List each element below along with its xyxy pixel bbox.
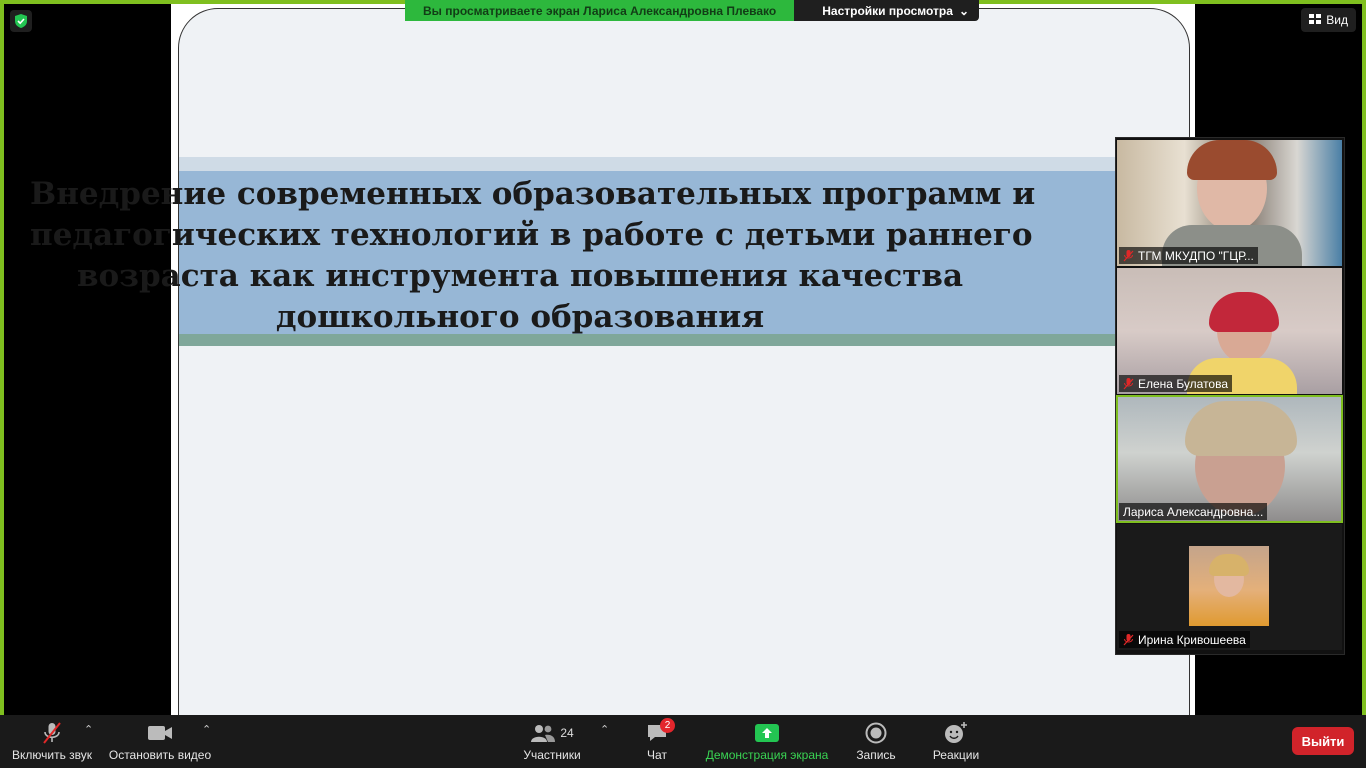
- participant-name: Елена Булатова: [1138, 376, 1229, 391]
- view-settings-label: Настройки просмотра: [822, 3, 953, 18]
- participant-name: ТГМ МКУДПО "ГЦР...: [1138, 248, 1254, 263]
- share-screen-icon: [755, 721, 779, 745]
- participants-icon: 24: [530, 721, 574, 745]
- participant-hair: [1185, 401, 1297, 456]
- leave-button[interactable]: Выйти: [1292, 727, 1354, 755]
- reactions-label: Реакции: [932, 748, 980, 762]
- participant-hair: [1187, 140, 1277, 180]
- record-label: Запись: [856, 748, 896, 762]
- slide-band-top: [179, 157, 1189, 171]
- mic-off-icon: [1123, 377, 1134, 389]
- stop-video-button[interactable]: Остановить видео: [108, 715, 212, 768]
- record-button[interactable]: Запись: [852, 715, 900, 768]
- video-camera-icon: [147, 721, 173, 745]
- participants-label: Участники: [523, 748, 581, 762]
- view-label: Вид: [1326, 13, 1348, 27]
- participant-name-tag: Лариса Александровна...: [1119, 503, 1268, 520]
- participant-avatar-tile[interactable]: Ирина Кривошеева: [1117, 524, 1342, 650]
- share-screen-button[interactable]: Демонстрация экрана: [704, 715, 830, 768]
- reactions-smiley-icon: [944, 721, 968, 745]
- viewing-screen-label: Вы просматриваете экран Лариса Александр…: [405, 0, 795, 21]
- avatar-hair: [1209, 554, 1249, 576]
- audio-options-chevron-icon[interactable]: ⌃: [84, 723, 93, 736]
- participant-video-tile[interactable]: Елена Булатова: [1117, 268, 1342, 394]
- slide-title-line: дошкольного образования: [275, 299, 765, 335]
- participant-avatar: [1189, 546, 1269, 626]
- unmute-button[interactable]: Включить звук: [10, 715, 94, 768]
- participant-name-tag: ТГМ МКУДПО "ГЦР...: [1119, 247, 1258, 264]
- participant-name: Лариса Александровна...: [1123, 504, 1264, 519]
- slide-title-line: Внедрение современных образовательных пр…: [30, 176, 1036, 212]
- screen-share-banner: Вы просматриваете экран Лариса Александр…: [405, 0, 979, 21]
- chevron-down-icon: ⌄: [958, 3, 969, 18]
- grid-view-icon: [1309, 13, 1322, 27]
- active-speaker-tile[interactable]: Лариса Александровна...: [1116, 395, 1343, 523]
- participant-hair: [1209, 292, 1279, 332]
- participant-name-tag: Елена Булатова: [1119, 375, 1233, 392]
- presentation-slide: [178, 8, 1190, 730]
- mic-off-icon: [1123, 633, 1134, 645]
- security-shield-icon[interactable]: [10, 10, 32, 32]
- chat-button[interactable]: 2 Чат: [636, 715, 678, 768]
- stop-video-label: Остановить видео: [108, 748, 212, 762]
- participants-count: 24: [560, 726, 574, 740]
- slide-title: Внедрение современных образовательных пр…: [30, 174, 1036, 338]
- participants-button[interactable]: 24 Участники: [520, 715, 584, 768]
- slide-title-line: возраста как инструмента повышения качес…: [76, 258, 964, 294]
- record-icon: [865, 721, 887, 745]
- chat-icon: 2: [646, 718, 675, 745]
- mic-muted-icon: [40, 721, 64, 745]
- participants-options-chevron-icon[interactable]: ⌃: [600, 723, 609, 736]
- chat-unread-badge: 2: [660, 718, 675, 733]
- view-settings-button[interactable]: Настройки просмотра ⌄: [794, 0, 979, 21]
- video-options-chevron-icon[interactable]: ⌃: [202, 723, 211, 736]
- participant-name: Ирина Кривошеева: [1138, 632, 1246, 647]
- meeting-toolbar: Включить звук ⌃ Остановить видео ⌃ 24 Уч…: [0, 715, 1366, 768]
- view-button[interactable]: Вид: [1301, 8, 1356, 32]
- slide-title-line: педагогических технологий в работе с дет…: [30, 217, 1033, 253]
- participant-gallery: ТГМ МКУДПО "ГЦР... Елена Булатова Лариса…: [1115, 137, 1345, 655]
- unmute-label: Включить звук: [11, 748, 93, 762]
- chat-label: Чат: [647, 748, 667, 762]
- reactions-button[interactable]: Реакции: [930, 715, 982, 768]
- mic-off-icon: [1123, 249, 1134, 261]
- participant-name-tag: Ирина Кривошеева: [1119, 631, 1250, 648]
- participant-video-tile[interactable]: ТГМ МКУДПО "ГЦР...: [1117, 140, 1342, 266]
- share-screen-label: Демонстрация экрана: [705, 748, 829, 762]
